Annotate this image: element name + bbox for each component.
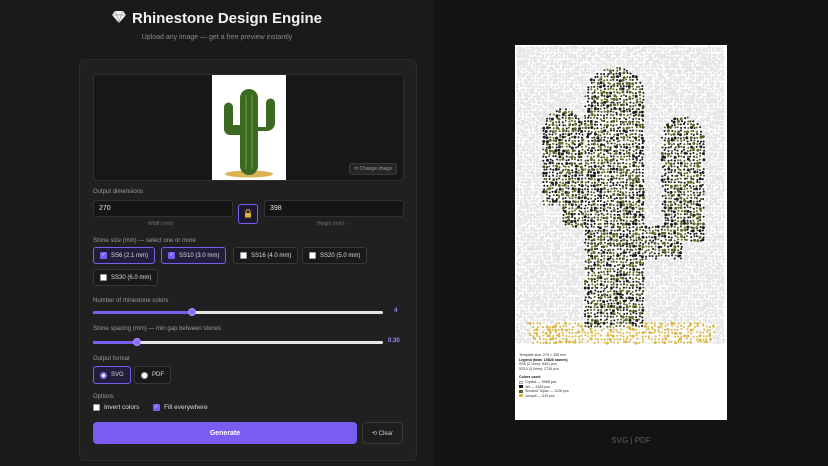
preview-legend: Template size: 270 × 398 mm Legend (tota… bbox=[519, 353, 569, 398]
output-format-label: Output format bbox=[93, 356, 130, 362]
color-name: Jonquil — 519 pcs bbox=[525, 393, 555, 398]
aspect-lock-button[interactable] bbox=[238, 204, 258, 224]
colors-slider-handle[interactable] bbox=[187, 308, 196, 316]
uploaded-image-thumbnail bbox=[212, 75, 286, 180]
preview-formats-label: SVG | PDF bbox=[611, 436, 651, 445]
dimensions-label: Output dimensions bbox=[93, 189, 144, 195]
spacing-slider-fill bbox=[93, 341, 137, 344]
rhinestone-preview-image bbox=[515, 45, 726, 345]
settings-card: ⟲ Change image Output dimensions 270 Wid… bbox=[79, 59, 417, 461]
format-svg-option[interactable]: SVG bbox=[93, 366, 131, 384]
chip-label: SS6 (2.1 mm) bbox=[111, 252, 149, 259]
image-upload-area[interactable]: ⟲ Change image bbox=[93, 74, 404, 181]
color-name: Smoked Topaz — 1128 pcs bbox=[525, 389, 569, 394]
height-input[interactable]: 398 bbox=[264, 200, 404, 217]
lock-icon bbox=[244, 205, 252, 223]
format-label: PDF bbox=[152, 372, 164, 378]
spacing-slider[interactable] bbox=[93, 338, 383, 346]
checkbox-checked-icon: ✓ bbox=[100, 252, 107, 259]
chip-label: SS16 (4.0 mm) bbox=[251, 252, 292, 259]
color-name: Jet — 3189 pcs bbox=[525, 384, 550, 389]
spacing-slider-value: 0.30 bbox=[388, 338, 400, 344]
legend-color-row: Jonquil — 519 pcs bbox=[519, 394, 569, 399]
rhinestone-preview-sheet: Template size: 270 × 398 mm Legend (tota… bbox=[515, 45, 727, 420]
spacing-slider-handle[interactable] bbox=[132, 338, 141, 346]
checkbox-checked-icon[interactable]: ✓ bbox=[153, 404, 160, 411]
colors-slider-value: 4 bbox=[394, 308, 398, 314]
clear-button[interactable]: ⟲ Clear bbox=[362, 422, 403, 444]
stone-size-ss6[interactable]: ✓ SS6 (2.1 mm) bbox=[93, 247, 156, 264]
checkbox-icon[interactable] bbox=[93, 404, 100, 411]
chip-label: SS20 (5.0 mm) bbox=[320, 252, 361, 259]
rhinestone-dots bbox=[515, 45, 726, 345]
stone-size-ss20[interactable]: SS20 (5.0 mm) bbox=[302, 247, 368, 264]
color-name: Crystal — 5988 pcs bbox=[525, 379, 557, 384]
legend-title: Legend (total: 10826 stones) bbox=[519, 357, 568, 362]
app-title: Rhinestone Design Engine bbox=[111, 10, 323, 27]
checkbox-icon bbox=[100, 274, 107, 281]
stone-size-ss16[interactable]: SS16 (4.0 mm) bbox=[233, 247, 299, 264]
color-swatch bbox=[519, 380, 523, 384]
color-swatch bbox=[519, 389, 523, 393]
stone-size-label: Stone size (mm) — select one or more bbox=[93, 238, 196, 244]
stone-size-ss10[interactable]: ✓ SS10 (3.0 mm) bbox=[161, 247, 227, 264]
stone-size-ss30[interactable]: SS30 (6.0 mm) bbox=[93, 269, 159, 286]
control-panel: Rhinestone Design Engine Upload any imag… bbox=[0, 0, 434, 466]
height-hint: Height (mm) bbox=[317, 221, 345, 227]
app-title-text: Rhinestone Design Engine bbox=[131, 10, 323, 27]
options-label: Options bbox=[93, 394, 114, 400]
invert-colors-option[interactable]: Invert colors bbox=[93, 404, 139, 411]
generate-button[interactable]: Generate bbox=[93, 422, 357, 444]
colors-used-title: Colors used: bbox=[519, 375, 541, 380]
color-swatch bbox=[519, 385, 523, 389]
diamond-icon bbox=[111, 10, 126, 27]
app-header: Rhinestone Design Engine Upload any imag… bbox=[0, 10, 434, 41]
checkbox-checked-icon: ✓ bbox=[168, 252, 175, 259]
colors-slider-fill bbox=[93, 311, 192, 314]
colors-slider-label: Number of rhinestone colors bbox=[93, 298, 169, 304]
radio-selected-icon bbox=[100, 371, 107, 379]
chip-label: SS10 (3.0 mm) bbox=[179, 252, 220, 259]
format-pdf-option[interactable]: PDF bbox=[134, 366, 171, 384]
radio-icon bbox=[141, 371, 148, 379]
width-hint: Width (mm) bbox=[148, 221, 174, 227]
width-input[interactable]: 270 bbox=[93, 200, 233, 217]
fill-everywhere-label: Fill everywhere bbox=[164, 404, 208, 411]
change-image-button[interactable]: ⟲ Change image bbox=[348, 163, 397, 175]
app-subtitle: Upload any image — get a free preview in… bbox=[141, 34, 293, 41]
color-swatch bbox=[519, 394, 523, 398]
checkbox-icon bbox=[309, 252, 316, 259]
format-label: SVG bbox=[111, 372, 124, 378]
spacing-slider-label: Stone spacing (mm) — min gap between sto… bbox=[93, 326, 222, 332]
colors-slider[interactable] bbox=[93, 308, 383, 316]
chip-label: SS30 (6.0 mm) bbox=[111, 274, 152, 281]
fill-everywhere-option[interactable]: ✓ Fill everywhere bbox=[153, 404, 208, 411]
preview-panel: Template size: 270 × 398 mm Legend (tota… bbox=[434, 0, 828, 466]
checkbox-icon bbox=[240, 252, 247, 259]
invert-colors-label: Invert colors bbox=[104, 404, 140, 411]
